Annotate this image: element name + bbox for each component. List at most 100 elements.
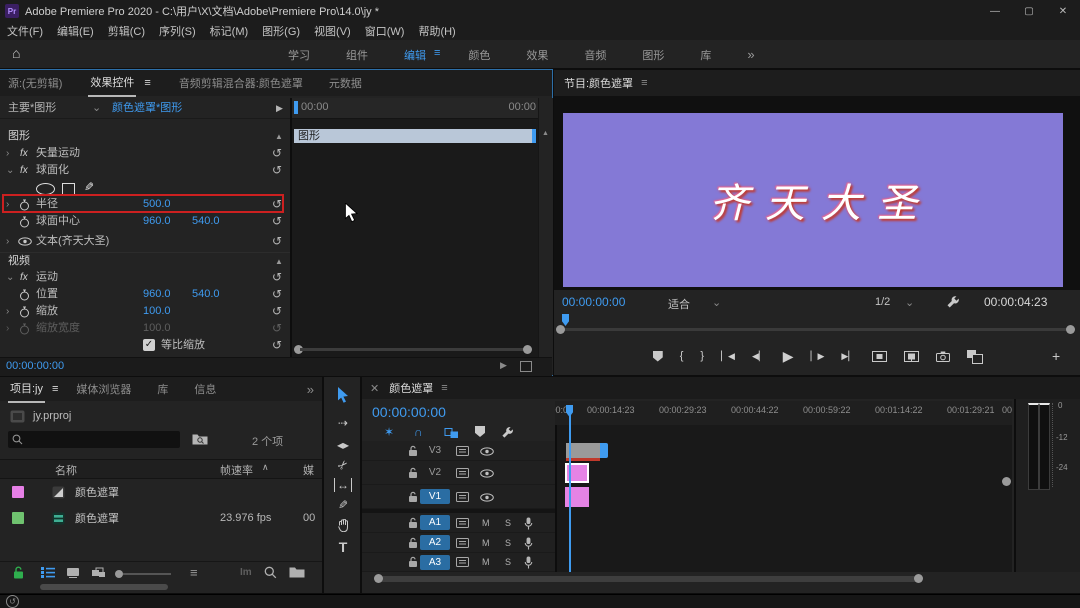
go-to-out-icon[interactable]: ▶▏	[841, 351, 855, 362]
project-menu-icon[interactable]: ≡	[50, 379, 60, 400]
chevron-right-icon[interactable]: ›	[6, 320, 9, 337]
timeline-menu-icon[interactable]: ≡	[441, 382, 447, 394]
lock-icon[interactable]	[408, 537, 418, 549]
eye-icon[interactable]	[480, 469, 494, 478]
workspace-tab-assembly[interactable]: 组件	[346, 47, 368, 63]
stopwatch-icon[interactable]	[19, 216, 30, 228]
hand-tool[interactable]	[324, 515, 362, 535]
timeline-current-timecode[interactable]: 00:00:00:00	[372, 404, 446, 420]
project-item-row[interactable]: 颜色遮罩	[0, 481, 322, 503]
text-layer-label[interactable]: 文本(齐天大圣)	[36, 233, 109, 250]
reset-icon[interactable]: ↺	[272, 337, 282, 354]
step-forward-icon[interactable]: ▏▶	[811, 351, 825, 362]
program-menu-icon[interactable]: ≡	[641, 77, 647, 89]
position-label[interactable]: 位置	[36, 286, 58, 303]
track-v2-target[interactable]: V2	[420, 465, 450, 480]
master-clip-label[interactable]: 主要*图形	[8, 98, 56, 118]
track-v3-target[interactable]: V3	[420, 443, 450, 458]
chevron-down-icon[interactable]: ⌄	[6, 269, 14, 286]
source-patch-icon[interactable]	[456, 492, 469, 502]
find-icon[interactable]	[264, 566, 277, 579]
linked-selection-icon[interactable]	[444, 427, 459, 439]
label-color-chip[interactable]	[12, 512, 24, 524]
list-view-icon[interactable]	[41, 567, 55, 578]
timeline-playhead-line[interactable]	[569, 415, 571, 572]
chevron-right-icon[interactable]: ›	[6, 303, 9, 320]
workspace-tab-graphics[interactable]: 图形	[642, 47, 664, 63]
timeline-settings-wrench-icon[interactable]	[501, 426, 514, 439]
tab-effect-controls[interactable]: 效果控件	[88, 70, 136, 97]
project-hscrollbar[interactable]	[40, 584, 168, 590]
tab-sequence[interactable]: 颜色遮罩	[387, 377, 435, 401]
mark-out-icon[interactable]: }	[700, 350, 704, 362]
stopwatch-icon[interactable]	[19, 306, 30, 318]
ec-graphic-clip-bar[interactable]: 图形	[294, 129, 536, 143]
motion-label[interactable]: 运动	[36, 269, 58, 286]
mute-button[interactable]: M	[482, 518, 490, 528]
lock-icon[interactable]	[408, 467, 418, 479]
source-patch-icon[interactable]	[456, 557, 469, 567]
reset-icon[interactable]: ↺	[272, 286, 282, 303]
project-writable-lock-icon[interactable]	[13, 566, 24, 579]
mic-icon[interactable]	[524, 556, 533, 569]
tab-libraries[interactable]: 库	[157, 381, 168, 397]
track-a1-target[interactable]: A1	[420, 515, 450, 530]
track-a3-target[interactable]: A3	[420, 555, 450, 570]
timeline-vscroll-handle[interactable]	[1002, 477, 1011, 486]
chevron-down-icon[interactable]: ⌄	[6, 162, 14, 179]
program-current-timecode[interactable]: 00:00:00:00	[562, 295, 625, 309]
chevron-right-icon[interactable]: ›	[6, 233, 9, 250]
search-bin-icon[interactable]	[192, 432, 208, 445]
settings-wrench-icon[interactable]	[946, 295, 960, 309]
workspace-tab-effects[interactable]: 效果	[526, 47, 548, 63]
extract-icon[interactable]	[904, 351, 919, 362]
vector-motion-label[interactable]: 矢量运动	[36, 145, 80, 162]
reset-icon[interactable]: ↺	[272, 162, 282, 179]
ec-current-timecode[interactable]: 00:00:00:00	[6, 360, 64, 372]
source-patch-icon[interactable]	[456, 446, 469, 456]
tab-project[interactable]: 项目:jy	[8, 376, 45, 403]
chevron-down-icon[interactable]: ⌄	[905, 296, 914, 309]
ripple-edit-tool[interactable]: ◂▸	[324, 435, 362, 455]
type-tool[interactable]: T	[324, 537, 362, 557]
track-select-forward-tool[interactable]: ⇢	[324, 413, 362, 433]
arrow-right-icon[interactable]: ▶	[276, 98, 283, 118]
solo-button[interactable]: S	[505, 538, 511, 548]
eye-icon[interactable]	[480, 447, 494, 456]
workspace-tab-libraries[interactable]: 库	[700, 47, 711, 63]
fit-clip-icon[interactable]	[520, 361, 532, 372]
scale-label[interactable]: 缩放	[36, 303, 58, 320]
selection-tool[interactable]	[324, 385, 362, 405]
scroll-up-icon[interactable]: ▲	[542, 130, 549, 137]
workspace-tab-audio[interactable]: 音频	[584, 47, 606, 63]
reset-icon[interactable]: ↺	[272, 320, 282, 337]
lock-icon[interactable]	[408, 445, 418, 457]
column-name[interactable]: 名称	[55, 462, 77, 478]
solo-button[interactable]: S	[505, 557, 511, 567]
project-item-row[interactable]: 颜色遮罩 23.976 fps 00	[0, 507, 322, 529]
chevron-down-icon[interactable]: ⌄	[92, 98, 101, 118]
add-marker-icon[interactable]	[475, 426, 485, 437]
pen-tool[interactable]: ✎	[324, 495, 362, 515]
reset-icon[interactable]: ↺	[272, 233, 282, 250]
chevron-down-icon[interactable]: ⌄	[712, 296, 721, 309]
sort-icons[interactable]: ≡	[190, 565, 198, 580]
menu-window[interactable]: 窗口(W)	[365, 23, 405, 39]
step-back-icon[interactable]: ◀▏	[752, 351, 766, 362]
reset-icon[interactable]: ↺	[272, 213, 282, 230]
freeform-view-icon[interactable]	[91, 567, 106, 578]
mic-icon[interactable]	[524, 537, 533, 550]
menu-graphics[interactable]: 图形(G)	[262, 23, 300, 39]
track-a2-target[interactable]: A2	[420, 535, 450, 550]
close-sequence-icon[interactable]: ✕	[370, 382, 379, 395]
ec-zoom-track[interactable]	[300, 348, 528, 351]
timeline-hscroll-handle-left[interactable]	[374, 574, 383, 583]
menu-markers[interactable]: 标记(M)	[210, 23, 249, 39]
add-marker-icon[interactable]	[653, 351, 663, 362]
mic-icon[interactable]	[524, 517, 533, 530]
program-playhead[interactable]	[562, 314, 569, 326]
project-file-name[interactable]: jy.prproj	[33, 410, 71, 422]
tab-audio-clip-mixer[interactable]: 音频剪辑混合器:颜色遮罩	[179, 75, 303, 91]
timeline-hscroll-handle-right[interactable]	[914, 574, 923, 583]
source-patch-icon[interactable]	[456, 538, 469, 548]
